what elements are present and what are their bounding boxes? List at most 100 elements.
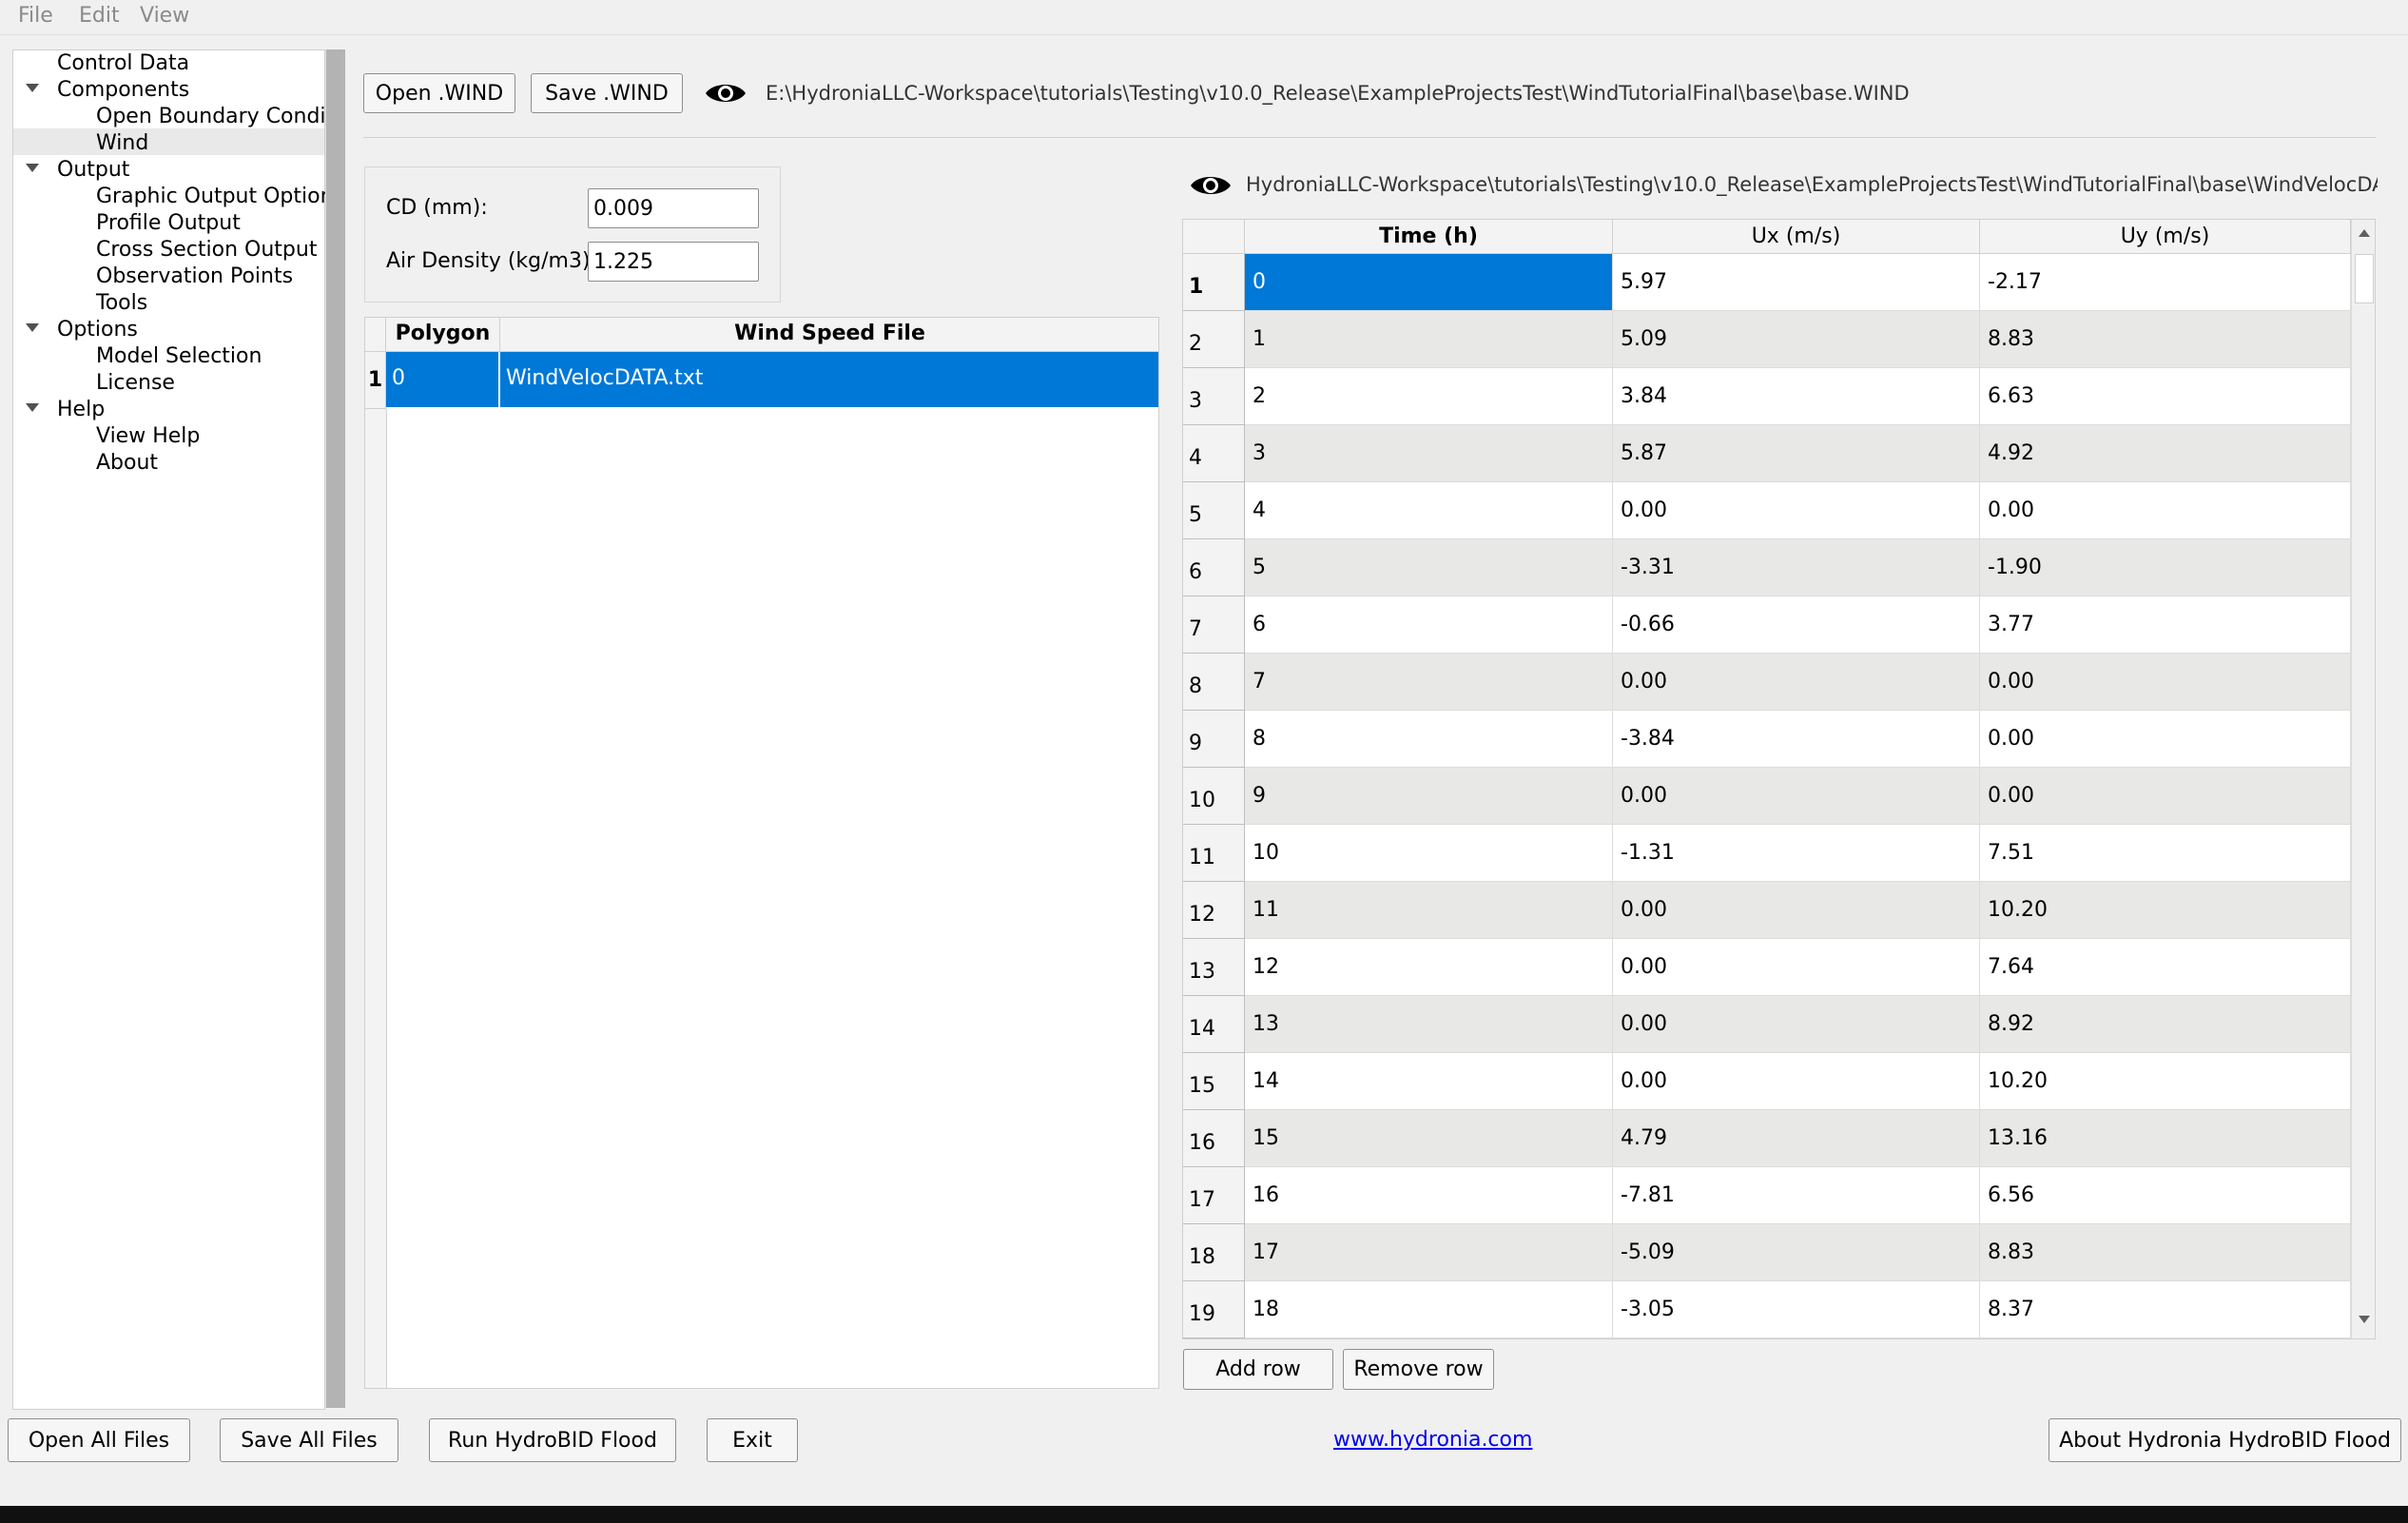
- tree-item-control-data[interactable]: Control Data: [57, 50, 189, 77]
- table-row[interactable]: 7 6 -0.66 3.77: [1183, 596, 2351, 654]
- ux-cell[interactable]: -1.31: [1613, 825, 1980, 882]
- row-number[interactable]: 10: [1183, 768, 1245, 825]
- column-header-polygon[interactable]: Polygon: [386, 318, 500, 352]
- uy-cell[interactable]: -2.17: [1980, 254, 2351, 311]
- uy-cell[interactable]: 8.83: [1980, 1224, 2351, 1281]
- uy-cell[interactable]: 7.64: [1980, 939, 2351, 996]
- table-row[interactable]: 1 0 5.97 -2.17: [1183, 254, 2351, 311]
- uy-cell[interactable]: 8.92: [1980, 996, 2351, 1053]
- polygon-cell[interactable]: 0: [386, 352, 498, 407]
- column-header-time[interactable]: Time (h): [1245, 220, 1613, 254]
- scroll-down-icon[interactable]: [2357, 1314, 2372, 1325]
- menu-edit[interactable]: Edit: [79, 4, 120, 28]
- uy-cell[interactable]: 0.00: [1980, 482, 2351, 539]
- time-cell[interactable]: 5: [1245, 539, 1613, 596]
- tree-item-components[interactable]: Components: [57, 77, 189, 104]
- table-row[interactable]: 6 5 -3.31 -1.90: [1183, 539, 2351, 596]
- time-cell[interactable]: 14: [1245, 1053, 1613, 1110]
- uy-cell[interactable]: 6.56: [1980, 1167, 2351, 1224]
- menu-view[interactable]: View: [140, 4, 189, 28]
- ux-cell[interactable]: -0.66: [1613, 596, 1980, 654]
- row-number[interactable]: 16: [1183, 1110, 1245, 1167]
- tree-item-model-selection[interactable]: Model Selection: [96, 343, 262, 370]
- ux-cell[interactable]: 0.00: [1613, 939, 1980, 996]
- table-row[interactable]: 18 17 -5.09 8.83: [1183, 1224, 2351, 1281]
- tree-item-tools[interactable]: Tools: [96, 290, 147, 317]
- open-wind-button[interactable]: Open .WIND: [363, 73, 515, 113]
- table-row[interactable]: 4 3 5.87 4.92: [1183, 425, 2351, 482]
- row-number[interactable]: 3: [1183, 368, 1245, 425]
- ux-cell[interactable]: 5.09: [1613, 311, 1980, 368]
- column-header-wind-speed-file[interactable]: Wind Speed File: [500, 318, 1158, 352]
- table-row[interactable]: 10 9 0.00 0.00: [1183, 768, 2351, 825]
- ux-cell[interactable]: 5.97: [1613, 254, 1980, 311]
- ux-cell[interactable]: -3.05: [1613, 1281, 1980, 1338]
- uy-cell[interactable]: 0.00: [1980, 654, 2351, 711]
- time-cell[interactable]: 8: [1245, 711, 1613, 768]
- tree-item-cross-section-output[interactable]: Cross Section Output: [96, 237, 317, 264]
- table-row[interactable]: 2 1 5.09 8.83: [1183, 311, 2351, 368]
- uy-cell[interactable]: 7.51: [1980, 825, 2351, 882]
- ux-cell[interactable]: 0.00: [1613, 882, 1980, 939]
- time-cell[interactable]: 9: [1245, 768, 1613, 825]
- table-row[interactable]: 16 15 4.79 13.16: [1183, 1110, 2351, 1167]
- row-number[interactable]: 12: [1183, 882, 1245, 939]
- row-number[interactable]: 18: [1183, 1224, 1245, 1281]
- tree-item-wind[interactable]: Wind: [96, 130, 148, 157]
- column-header-ux[interactable]: Ux (m/s): [1613, 220, 1980, 254]
- eye-icon[interactable]: [1189, 171, 1233, 200]
- time-cell[interactable]: 18: [1245, 1281, 1613, 1338]
- row-number[interactable]: 5: [1183, 482, 1245, 539]
- uy-cell[interactable]: 8.37: [1980, 1281, 2351, 1338]
- save-all-files-button[interactable]: Save All Files: [220, 1418, 398, 1462]
- tree-item-view-help[interactable]: View Help: [96, 423, 200, 450]
- panel-splitter[interactable]: [325, 49, 345, 1408]
- row-number[interactable]: 13: [1183, 939, 1245, 996]
- ux-cell[interactable]: 4.79: [1613, 1110, 1980, 1167]
- vertical-scrollbar[interactable]: [2351, 220, 2375, 1338]
- website-link[interactable]: www.hydronia.com: [1333, 1428, 1532, 1452]
- eye-icon[interactable]: [704, 79, 748, 107]
- table-row[interactable]: 14 13 0.00 8.92: [1183, 996, 2351, 1053]
- uy-cell[interactable]: 0.00: [1980, 768, 2351, 825]
- remove-row-button[interactable]: Remove row: [1343, 1349, 1494, 1390]
- time-cell[interactable]: 13: [1245, 996, 1613, 1053]
- scroll-up-icon[interactable]: [2357, 227, 2372, 239]
- table-row[interactable]: 13 12 0.00 7.64: [1183, 939, 2351, 996]
- time-cell[interactable]: 7: [1245, 654, 1613, 711]
- expand-arrow-icon[interactable]: [26, 323, 39, 332]
- uy-cell[interactable]: 8.83: [1980, 311, 2351, 368]
- air-density-input[interactable]: [588, 242, 759, 282]
- about-hydronia-button[interactable]: About Hydronia HydroBID Flood: [2049, 1418, 2401, 1462]
- ux-cell[interactable]: 5.87: [1613, 425, 1980, 482]
- table-row[interactable]: 15 14 0.00 10.20: [1183, 1053, 2351, 1110]
- ux-cell[interactable]: 0.00: [1613, 654, 1980, 711]
- expand-arrow-icon[interactable]: [26, 403, 39, 412]
- save-wind-button[interactable]: Save .WIND: [531, 73, 683, 113]
- table-row[interactable]: 5 4 0.00 0.00: [1183, 482, 2351, 539]
- scrollbar-thumb[interactable]: [2355, 254, 2374, 303]
- tree-item-about[interactable]: About: [96, 450, 158, 477]
- table-row[interactable]: 12 11 0.00 10.20: [1183, 882, 2351, 939]
- row-number[interactable]: 15: [1183, 1053, 1245, 1110]
- row-number[interactable]: 7: [1183, 596, 1245, 654]
- table-row[interactable]: 3 2 3.84 6.63: [1183, 368, 2351, 425]
- menu-file[interactable]: File: [18, 4, 53, 28]
- run-hydrobid-flood-button[interactable]: Run HydroBID Flood: [429, 1418, 676, 1462]
- table-row[interactable]: 19 18 -3.05 8.37: [1183, 1281, 2351, 1338]
- row-header[interactable]: 1: [365, 352, 386, 409]
- tree-item-open-boundary[interactable]: Open Boundary Condi...: [96, 104, 346, 130]
- ux-cell[interactable]: 0.00: [1613, 996, 1980, 1053]
- column-header-uy[interactable]: Uy (m/s): [1980, 220, 2351, 254]
- row-number[interactable]: 9: [1183, 711, 1245, 768]
- expand-arrow-icon[interactable]: [26, 84, 39, 92]
- time-cell[interactable]: 12: [1245, 939, 1613, 996]
- uy-cell[interactable]: 0.00: [1980, 711, 2351, 768]
- exit-button[interactable]: Exit: [707, 1418, 798, 1462]
- uy-cell[interactable]: 13.16: [1980, 1110, 2351, 1167]
- row-number[interactable]: 17: [1183, 1167, 1245, 1224]
- uy-cell[interactable]: 4.92: [1980, 425, 2351, 482]
- add-row-button[interactable]: Add row: [1183, 1349, 1333, 1390]
- time-cell[interactable]: 2: [1245, 368, 1613, 425]
- tree-item-output[interactable]: Output: [57, 157, 129, 184]
